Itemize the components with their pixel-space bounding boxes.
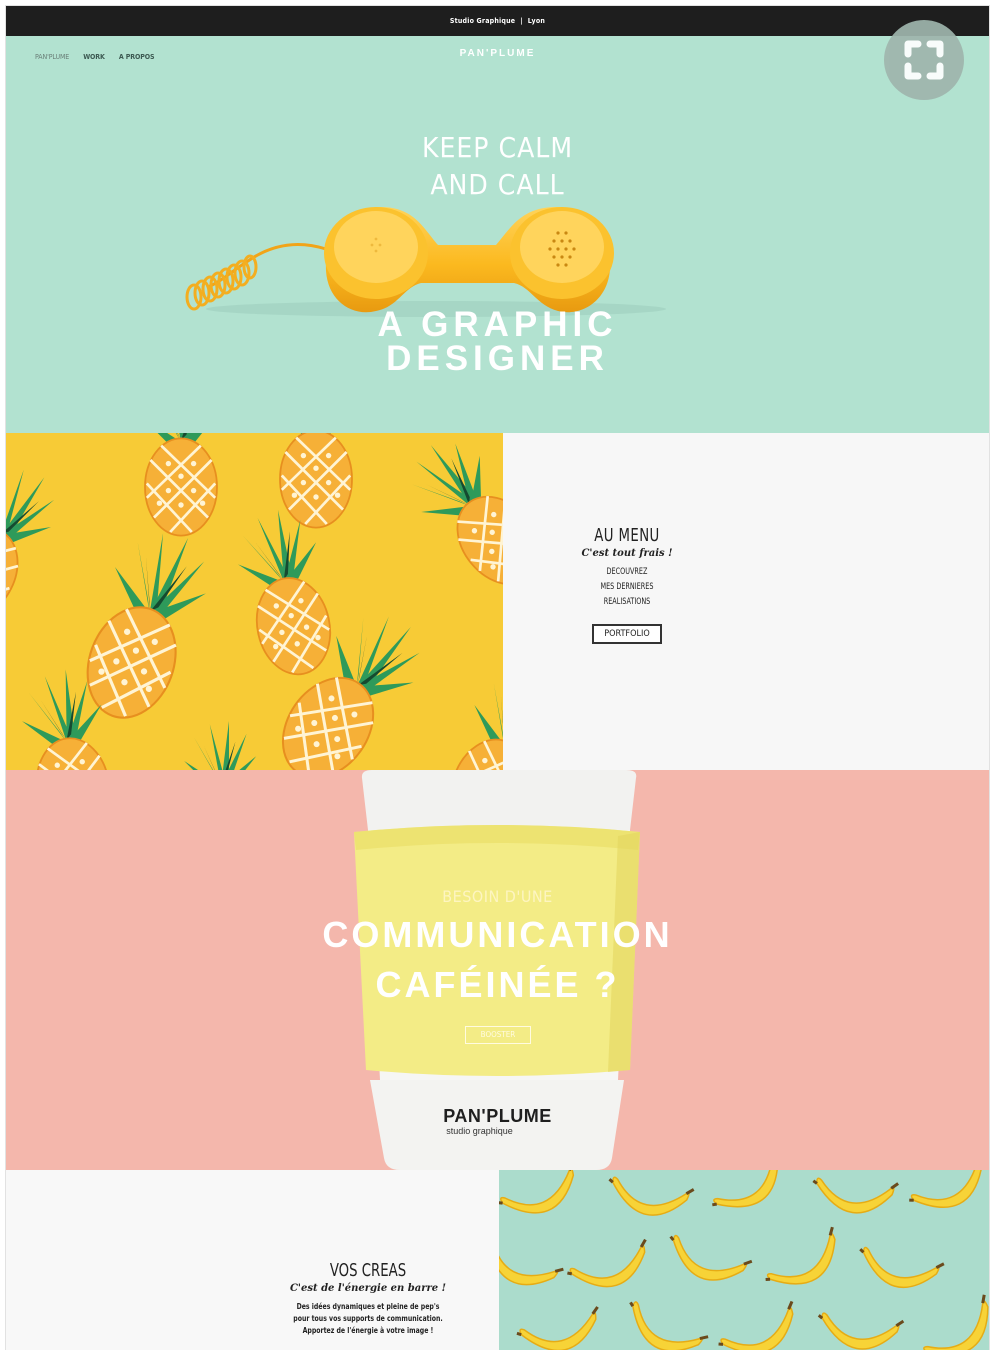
vos-creas-block: VOS CREAS C'est de l'énergie en barre ! …	[268, 1260, 468, 1337]
coffee-pretitle: BESOIN D'UNE	[442, 887, 553, 906]
cup-brand-logo: PAN'PLUME	[443, 1106, 552, 1126]
telephone-handset-illustration	[185, 207, 666, 317]
au-menu-text-line1: DECOUVREZ	[606, 567, 648, 577]
vos-creas-title: VOS CREAS	[329, 1260, 407, 1281]
vos-creas-subtitle: C'est de l'énergie en barre !	[289, 1283, 447, 1294]
hero-title: A GRAPHIC DESIGNER	[6, 305, 989, 378]
au-menu-text-line3: REALISATIONS	[603, 597, 651, 607]
banana-pattern-panel	[499, 1170, 989, 1350]
booster-button[interactable]: BOOSTER	[465, 1026, 531, 1044]
au-menu-subtitle: C'est tout frais !	[581, 548, 673, 559]
coffee-title: COMMUNICATION CAFÉINÉE ?	[6, 910, 989, 1010]
hero-section: PAN'PLUME WORK A PROPOS PAN'PLUME KEEP C…	[6, 36, 989, 433]
banana-pattern-illustration	[499, 1170, 989, 1350]
topbar-studio: Studio Graphique	[449, 17, 516, 25]
vos-creas-section: VOS CREAS C'est de l'énergie en barre ! …	[6, 1170, 499, 1350]
top-bar: Studio Graphique | Lyon	[6, 6, 989, 36]
topbar-separator: |	[520, 17, 523, 25]
page-frame: Studio Graphique | Lyon PAN'PLUME WORK A…	[6, 6, 989, 1350]
hero-title-line1: A GRAPHIC	[377, 305, 618, 344]
cup-brand-subtitle: studio graphique	[446, 1126, 513, 1136]
expand-icon	[904, 40, 944, 80]
expand-button[interactable]	[884, 20, 964, 100]
hero-title-line2: DESIGNER	[386, 339, 609, 378]
pineapple-pattern-panel	[6, 433, 503, 770]
vos-creas-text-line2: pour tous vos supports de communication.	[293, 1314, 443, 1323]
au-menu-title: AU MENU	[594, 525, 660, 546]
brand-logo[interactable]: PAN'PLUME	[6, 48, 989, 59]
vos-creas-text: Des idées dynamiques et pleine de pep's …	[282, 1301, 454, 1337]
vos-creas-text-line3: Apportez de l'énergie à votre image !	[302, 1326, 434, 1335]
au-menu-block: AU MENU C'est tout frais ! DECOUVREZ MES…	[503, 525, 751, 644]
coffee-title-line2: CAFÉINÉE ?	[375, 964, 620, 1005]
pineapple-pattern-illustration	[6, 433, 503, 770]
au-menu-text-line2: MES DERNIERES	[600, 582, 654, 592]
portfolio-button[interactable]: PORTFOLIO	[592, 624, 662, 644]
au-menu-section: AU MENU C'est tout frais ! DECOUVREZ MES…	[503, 433, 989, 770]
coffee-title-line1: COMMUNICATION	[322, 914, 673, 955]
topbar-city: Lyon	[527, 17, 546, 25]
au-menu-text: DECOUVREZ MES DERNIERES REALISATIONS	[528, 565, 726, 610]
coffee-section: BESOIN D'UNE COMMUNICATION CAFÉINÉE ? BO…	[6, 770, 989, 1170]
vos-creas-text-line1: Des idées dynamiques et pleine de pep's	[296, 1302, 440, 1311]
